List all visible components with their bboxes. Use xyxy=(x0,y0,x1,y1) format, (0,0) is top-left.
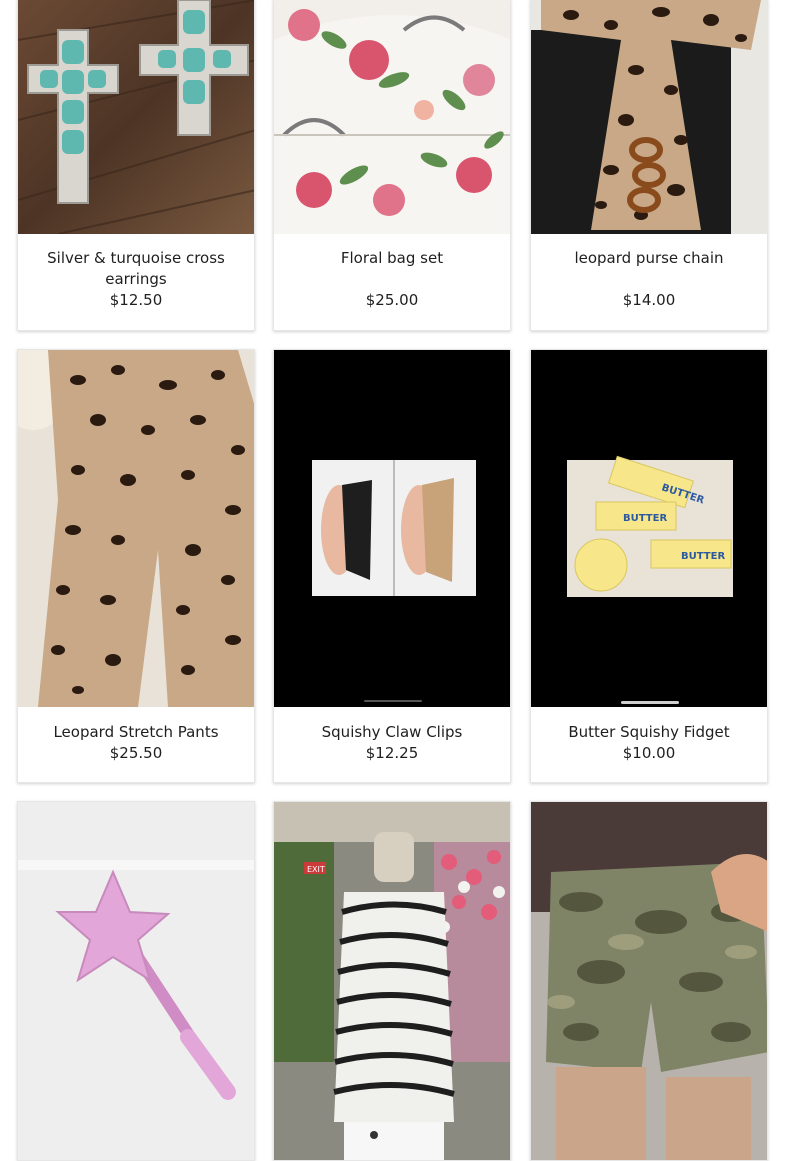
product-image-camo-shorts[interactable] xyxy=(531,802,767,1160)
product-card-camo-shorts[interactable] xyxy=(530,801,768,1161)
product-card-floral-bag[interactable]: Floral bag set $25.00 xyxy=(273,0,511,331)
product-image-cross-earrings[interactable] xyxy=(18,0,254,234)
product-info: Squishy Claw Clips $12.25 xyxy=(274,722,510,764)
product-price: $14.00 xyxy=(622,291,676,309)
product-card-claw-clips[interactable]: Squishy Claw Clips $12.25 xyxy=(273,349,511,783)
product-image-star-wand[interactable] xyxy=(18,802,254,1160)
butter-label-text: BUTTER xyxy=(623,513,667,524)
product-info: Butter Squishy Fidget $10.00 xyxy=(531,722,767,764)
exit-sign-text: EXIT xyxy=(307,865,325,874)
product-title[interactable]: leopard purse chain xyxy=(531,248,767,269)
product-price: $12.25 xyxy=(365,744,419,762)
product-image-leopard-pants[interactable] xyxy=(18,350,254,707)
product-card-leopard-pants[interactable]: Leopard Stretch Pants $25.50 xyxy=(17,349,255,783)
product-image-butter-fidget[interactable]: BUTTER BUTTER BUTTER xyxy=(531,350,767,707)
product-info: Floral bag set $25.00 xyxy=(274,248,510,311)
butter-label-text: BUTTER xyxy=(681,551,725,562)
product-image-floral-bag[interactable] xyxy=(274,0,510,234)
product-title[interactable]: Squishy Claw Clips xyxy=(274,722,510,743)
product-card-cross-earrings[interactable]: Silver & turquoise cross earrings $12.50 xyxy=(17,0,255,331)
product-info: Silver & turquoise cross earrings $12.50 xyxy=(18,248,254,311)
product-card-butter-fidget[interactable]: BUTTER BUTTER BUTTER Butter Squishy Fidg… xyxy=(530,349,768,783)
product-card-zebra-top[interactable]: EXIT xyxy=(273,801,511,1161)
product-card-leopard-chain[interactable]: leopard purse chain $14.00 xyxy=(530,0,768,331)
product-image-leopard-chain[interactable] xyxy=(531,0,767,234)
product-title[interactable]: Floral bag set xyxy=(274,248,510,269)
product-info: leopard purse chain $14.00 xyxy=(531,248,767,311)
product-title[interactable]: Silver & turquoise cross earrings xyxy=(18,248,254,290)
product-image-claw-clips[interactable] xyxy=(274,350,510,707)
product-title[interactable]: Butter Squishy Fidget xyxy=(531,722,767,743)
product-title[interactable]: Leopard Stretch Pants xyxy=(18,722,254,743)
product-image-zebra-top[interactable]: EXIT xyxy=(274,802,510,1160)
product-grid: Silver & turquoise cross earrings $12.50 xyxy=(0,0,785,1161)
product-info: Leopard Stretch Pants $25.50 xyxy=(18,722,254,764)
product-price: $25.50 xyxy=(109,744,163,762)
product-price: $25.00 xyxy=(365,291,419,309)
product-price: $10.00 xyxy=(622,744,676,762)
product-card-star-wand[interactable] xyxy=(17,801,255,1161)
product-price: $12.50 xyxy=(109,291,163,309)
